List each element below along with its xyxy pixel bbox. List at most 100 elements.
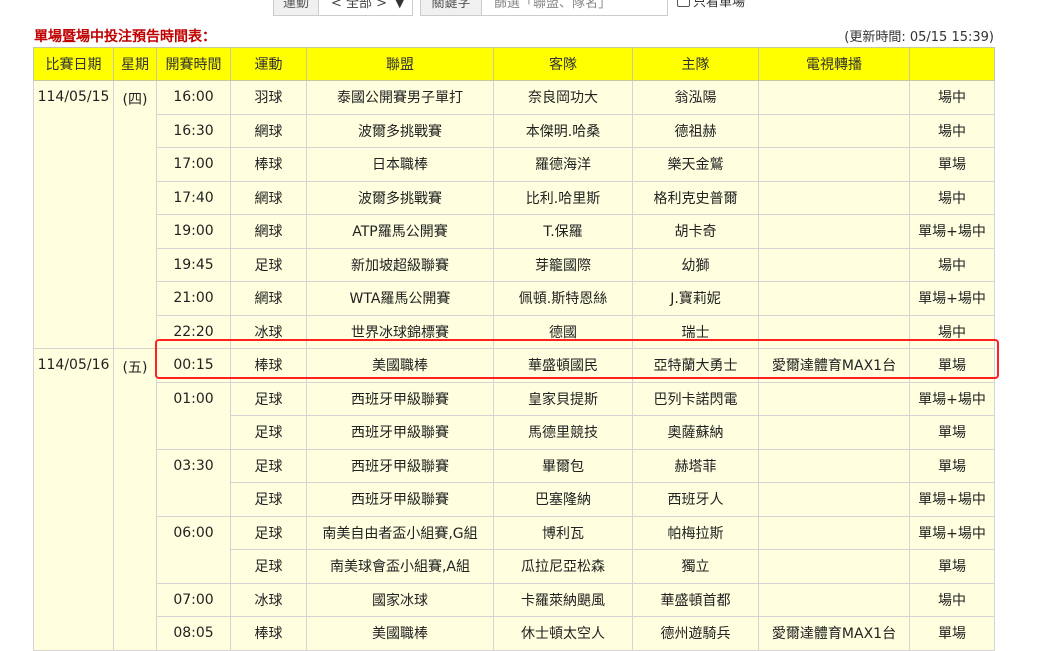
sport-cell: 網球 bbox=[230, 214, 307, 249]
time-cell: 16:00 bbox=[156, 80, 231, 115]
table-row: 16:30 網球 波爾多挑戰賽 本傑明.哈桑 德祖赫 場中 bbox=[34, 113, 995, 148]
away-cell: 奈良岡功大 bbox=[493, 80, 633, 115]
league-cell: 西班牙甲級聯賽 bbox=[306, 381, 494, 416]
table-row: 06:00 足球 南美自由者盃小組賽,G組 博利瓦 帕梅拉斯 單場+場中 bbox=[34, 515, 995, 584]
sport-cell: 足球 bbox=[230, 549, 307, 584]
home-cell: 瑞士 bbox=[632, 314, 759, 349]
table-header-row: 比賽日期 星期 開賽時間 運動 聯盟 客隊 主隊 電視轉播 bbox=[33, 47, 995, 81]
type-cell: 場中 bbox=[909, 314, 995, 349]
tv-cell: 愛爾達體育MAX1台 bbox=[758, 616, 910, 651]
sport-cell: 足球 bbox=[230, 415, 307, 450]
home-cell: 帕梅拉斯 bbox=[632, 515, 759, 550]
table-row: 17:00 棒球 日本職棒 羅德海洋 樂天金鷲 單場 bbox=[34, 147, 995, 182]
league-cell: 西班牙甲級聯賽 bbox=[306, 482, 494, 517]
away-cell: 羅德海洋 bbox=[493, 147, 633, 182]
league-cell: 美國職棒 bbox=[306, 348, 494, 383]
away-cell: 馬德里競技 bbox=[493, 415, 633, 450]
type-cell: 單場 bbox=[909, 415, 995, 450]
home-cell: 獨立 bbox=[632, 549, 759, 584]
tv-cell bbox=[758, 314, 910, 349]
sport-select[interactable]: < 全部 > ▼ bbox=[318, 0, 413, 16]
type-cell: 單場 bbox=[909, 147, 995, 182]
time-cell: 00:15 bbox=[156, 348, 231, 383]
table-row: 01:00 足球 西班牙甲級聯賽 皇家貝提斯 巴列卡諾閃電 單場+場中 bbox=[34, 381, 995, 450]
away-cell: 畢爾包 bbox=[493, 448, 633, 483]
sport-cell: 羽球 bbox=[230, 80, 307, 115]
tv-cell bbox=[758, 147, 910, 182]
tv-cell bbox=[758, 281, 910, 316]
away-cell: 華盛頓國民 bbox=[493, 348, 633, 383]
tv-cell bbox=[758, 80, 910, 115]
checkbox-icon bbox=[677, 0, 690, 7]
type-cell: 單場+場中 bbox=[909, 482, 995, 517]
tv-cell bbox=[758, 180, 910, 215]
type-cell: 場中 bbox=[909, 247, 995, 282]
column-header-sport: 運動 bbox=[230, 47, 307, 81]
column-header-home: 主隊 bbox=[632, 47, 759, 81]
league-cell: WTA羅馬公開賽 bbox=[306, 281, 494, 316]
time-cell: 07:00 bbox=[156, 582, 231, 617]
sport-cell: 冰球 bbox=[230, 314, 307, 349]
sport-cell: 冰球 bbox=[230, 582, 307, 617]
table-row: 22:20 冰球 世界冰球錦標賽 德國 瑞士 場中 bbox=[34, 314, 995, 349]
league-cell: 日本職棒 bbox=[306, 147, 494, 182]
time-cell: 03:30 bbox=[156, 448, 231, 517]
type-cell: 場中 bbox=[909, 80, 995, 115]
sport-cell: 棒球 bbox=[230, 616, 307, 651]
away-cell: 休士頓太空人 bbox=[493, 616, 633, 651]
sport-cell: 足球 bbox=[230, 482, 307, 517]
away-cell: 巴塞隆納 bbox=[493, 482, 633, 517]
time-cell: 19:00 bbox=[156, 214, 231, 249]
time-cell: 17:40 bbox=[156, 180, 231, 215]
tv-cell: 愛爾達體育MAX1台 bbox=[758, 348, 910, 383]
sport-filter-label: 運動 bbox=[273, 0, 319, 16]
home-cell: 樂天金鷲 bbox=[632, 147, 759, 182]
time-cell: 16:30 bbox=[156, 113, 231, 148]
keyword-input[interactable]: 篩選「聯盟、隊名」 bbox=[481, 0, 668, 16]
home-cell: 格利克史普爾 bbox=[632, 180, 759, 215]
table-body: 114/05/15 (四) 16:00 羽球 泰國公開賽男子單打 奈良岡功大 翁泓陽 場中 16… bbox=[33, 80, 995, 651]
sport-cell: 棒球 bbox=[230, 147, 307, 182]
away-cell: 芽籠國際 bbox=[493, 247, 633, 282]
column-header-date: 比賽日期 bbox=[33, 47, 114, 81]
type-cell: 單場 bbox=[909, 348, 995, 383]
away-cell: 博利瓦 bbox=[493, 515, 633, 550]
league-cell: 美國職棒 bbox=[306, 616, 494, 651]
column-header-league: 聯盟 bbox=[306, 47, 494, 81]
chevron-down-icon: ▼ bbox=[395, 0, 404, 10]
time-cell: 06:00 bbox=[156, 515, 231, 584]
weekday-cell: (四) bbox=[113, 80, 157, 349]
league-cell: ATP羅馬公開賽 bbox=[306, 214, 494, 249]
column-header-weekday: 星期 bbox=[113, 47, 157, 81]
column-header-away: 客隊 bbox=[493, 47, 633, 81]
home-cell: 德州遊騎兵 bbox=[632, 616, 759, 651]
schedule-table: 比賽日期 星期 開賽時間 運動 聯盟 客隊 主隊 電視轉播 114/05/15 (四) 16:00… bbox=[33, 47, 995, 651]
tv-cell bbox=[758, 448, 910, 483]
away-cell: 本傑明.哈桑 bbox=[493, 113, 633, 148]
league-cell: 國家冰球 bbox=[306, 582, 494, 617]
home-cell: 奧薩蘇納 bbox=[632, 415, 759, 450]
single-only-checkbox[interactable]: 只看單場 bbox=[677, 0, 745, 16]
home-cell: 翁泓陽 bbox=[632, 80, 759, 115]
sport-select-value: < 全部 > bbox=[331, 0, 388, 11]
type-cell: 場中 bbox=[909, 113, 995, 148]
away-cell: 比利.哈里斯 bbox=[493, 180, 633, 215]
tv-cell bbox=[758, 415, 910, 450]
table-row: 21:00 網球 WTA羅馬公開賽 佩頓.斯特恩絲 J.寶莉妮 單場+場中 bbox=[34, 281, 995, 316]
sport-cell: 網球 bbox=[230, 180, 307, 215]
sport-cell: 網球 bbox=[230, 281, 307, 316]
away-cell: T.保羅 bbox=[493, 214, 633, 249]
home-cell: J.寶莉妮 bbox=[632, 281, 759, 316]
time-cell: 01:00 bbox=[156, 381, 231, 450]
type-cell: 單場+場中 bbox=[909, 281, 995, 316]
home-cell: 亞特蘭大勇士 bbox=[632, 348, 759, 383]
column-header-tv: 電視轉播 bbox=[758, 47, 910, 81]
time-cell: 22:20 bbox=[156, 314, 231, 349]
sport-cell: 足球 bbox=[230, 448, 307, 483]
away-cell: 瓜拉尼亞松森 bbox=[493, 549, 633, 584]
type-cell: 單場 bbox=[909, 448, 995, 483]
table-row: 07:00 冰球 國家冰球 卡羅萊納颶風 華盛頓首都 場中 bbox=[34, 582, 995, 617]
page-title: 單場暨場中投注預告時間表： bbox=[34, 29, 216, 45]
league-cell: 波爾多挑戰賽 bbox=[306, 180, 494, 215]
away-cell: 德國 bbox=[493, 314, 633, 349]
